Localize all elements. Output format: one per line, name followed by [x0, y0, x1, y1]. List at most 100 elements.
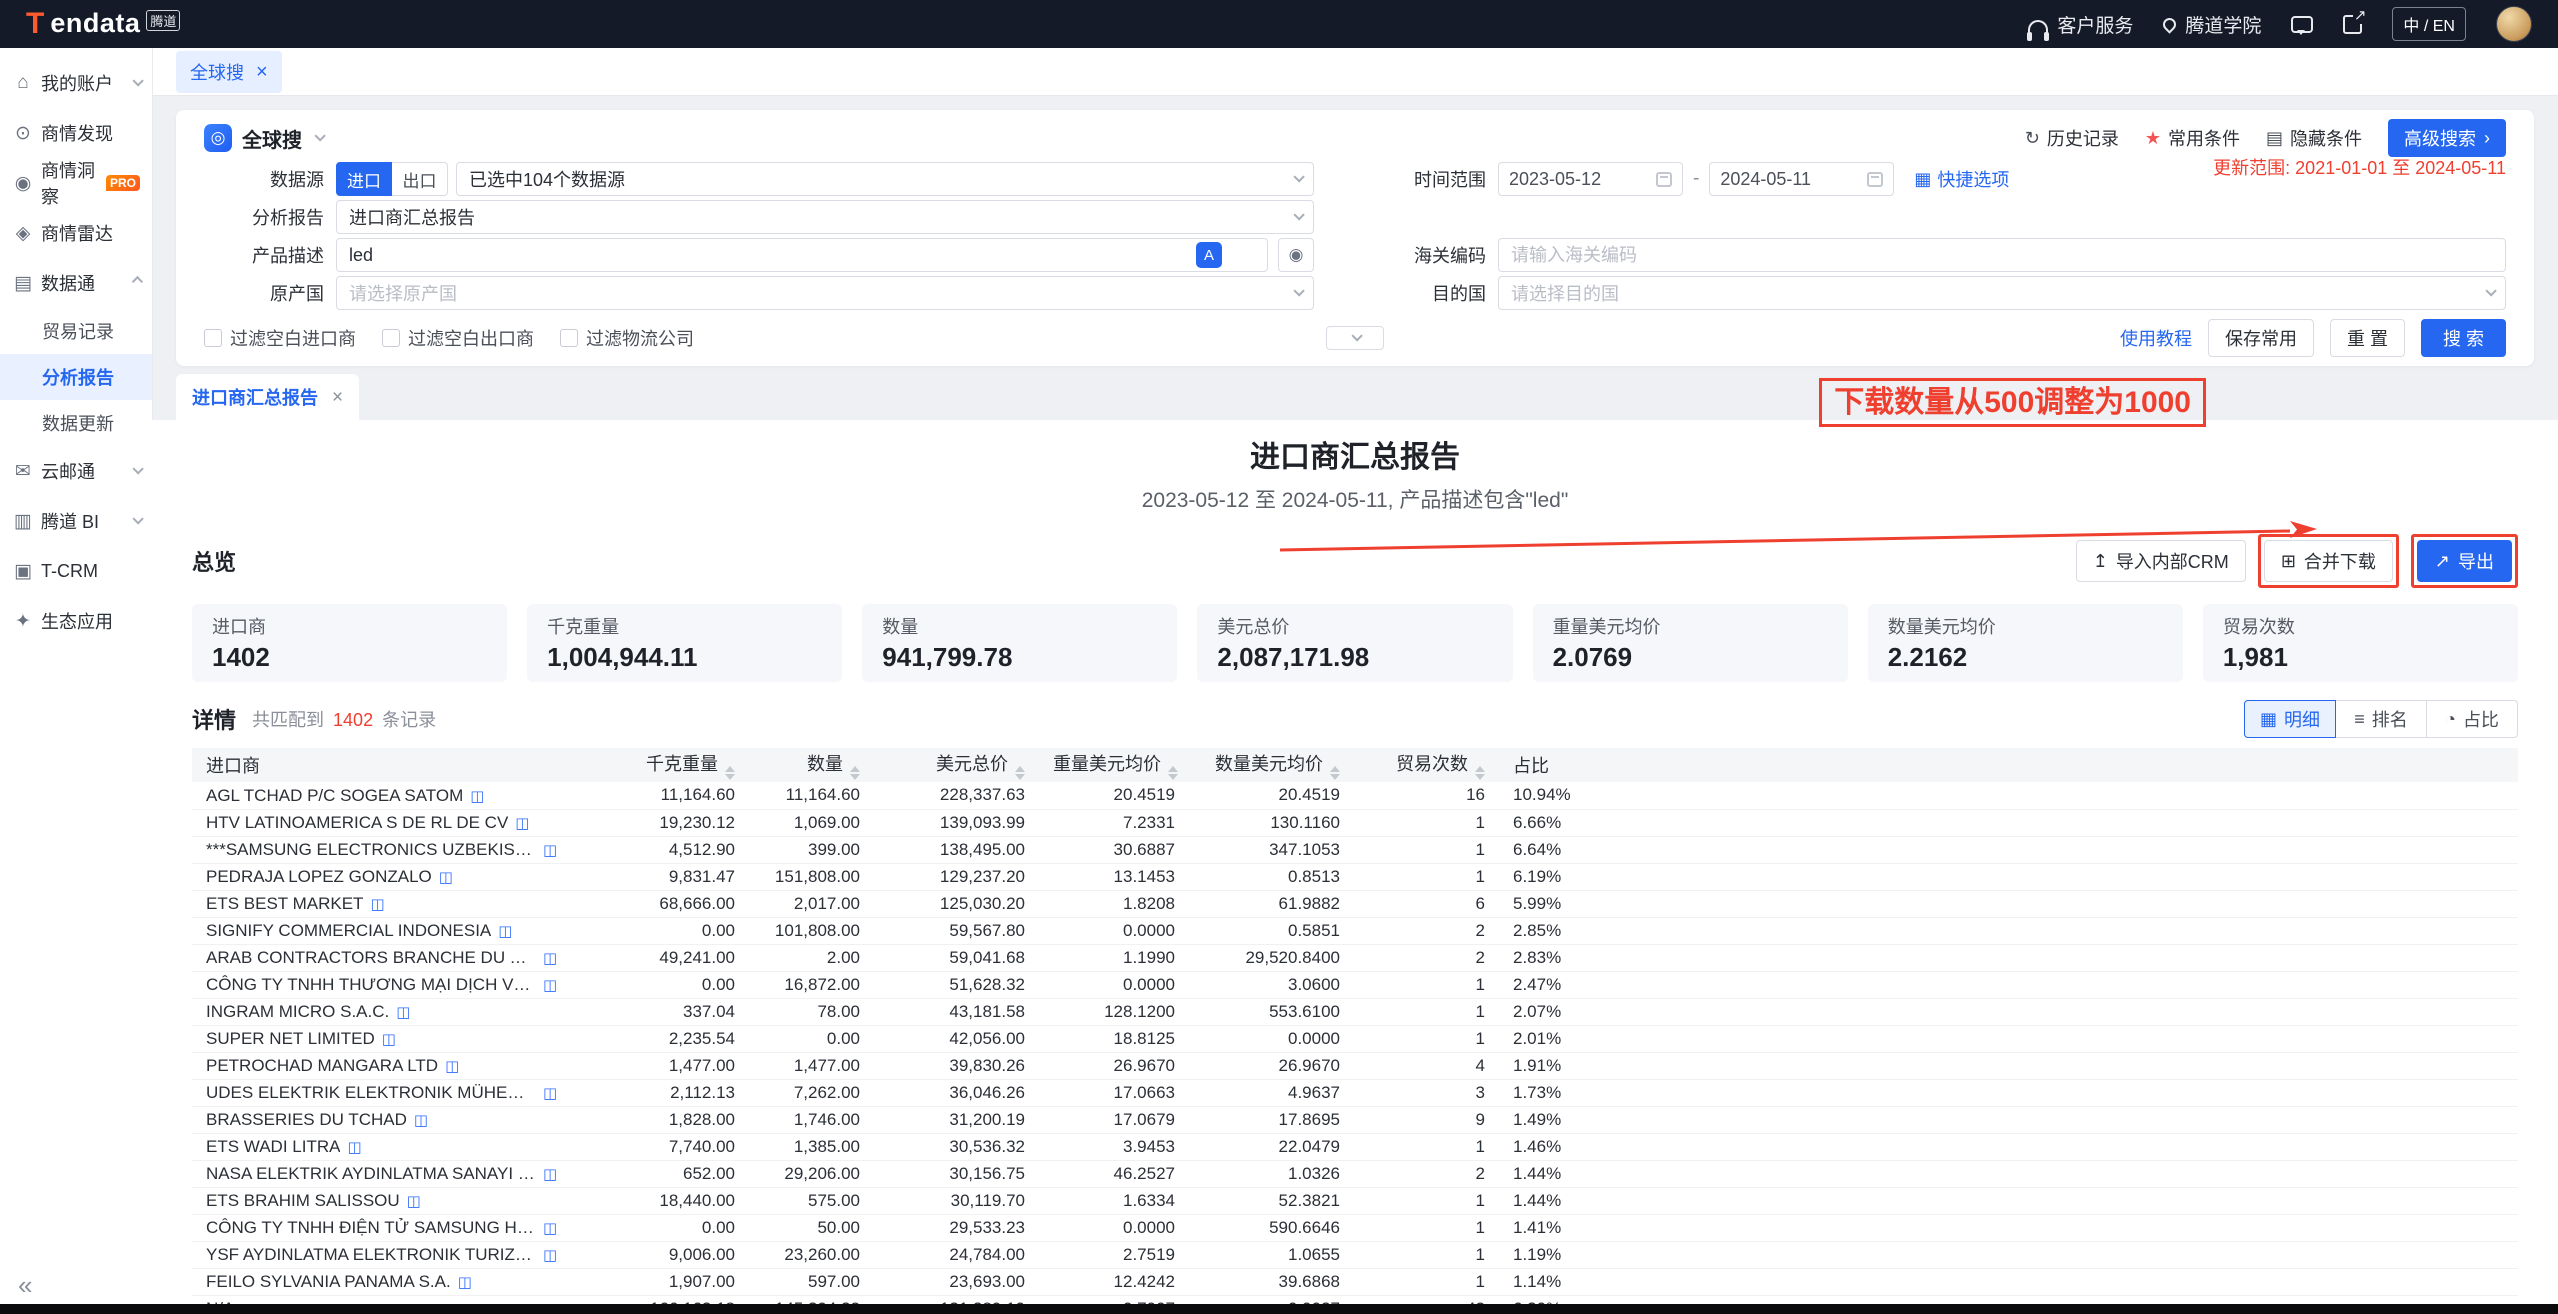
company-detail-icon[interactable]: ◫ [370, 896, 384, 913]
hs-code-input[interactable] [1498, 238, 2506, 272]
checkbox-icon[interactable] [204, 329, 222, 347]
export-button[interactable]: ↗ 导出 [2417, 540, 2512, 582]
importer-name[interactable]: AGL TCHAD P/C SOGEA SATOM [206, 786, 463, 806]
company-detail-icon[interactable]: ◫ [543, 842, 557, 859]
importer-name[interactable]: FEILO SYLVANIA PANAMA S.A. [206, 1272, 451, 1292]
importer-name[interactable]: UDES ELEKTRIK ELEKTRONIK MÜHENDISLIK SAN… [206, 1083, 536, 1103]
product-desc-input[interactable] [336, 238, 1268, 272]
sidebar-item-account[interactable]: ⌂ 我的账户 [0, 58, 152, 108]
sidebar-subitem-trade-records[interactable]: 贸易记录 [0, 308, 152, 354]
table-row[interactable]: UDES ELEKTRIK ELEKTRONIK MÜHENDISLIK SAN… [192, 1079, 2518, 1106]
import-crm-button[interactable]: ↥ 导入内部CRM [2076, 540, 2246, 582]
company-detail-icon[interactable]: ◫ [470, 788, 484, 805]
close-icon[interactable]: × [332, 388, 343, 407]
column-header[interactable]: 千克重量 [584, 748, 749, 782]
close-icon[interactable]: × [256, 62, 268, 82]
importer-name[interactable]: PETROCHAD MANGARA LTD [206, 1056, 438, 1076]
sidebar-item-radar[interactable]: ◈ 商情雷达 [0, 208, 152, 258]
table-row[interactable]: AGL TCHAD P/C SOGEA SATOM◫11,164.6011,16… [192, 782, 2518, 809]
company-detail-icon[interactable]: ◫ [543, 950, 557, 967]
importer-name[interactable]: SIGNIFY COMMERCIAL INDONESIA [206, 921, 491, 941]
company-detail-icon[interactable]: ◫ [543, 1247, 557, 1264]
table-row[interactable]: ***SAMSUNG ELECTRONICS UZBEKISTAN** mas`… [192, 836, 2518, 863]
company-detail-icon[interactable]: ◫ [543, 977, 557, 994]
filter-checkbox[interactable]: 过滤空白出口商 [382, 325, 534, 351]
favorite-conditions-button[interactable]: ★ 常用条件 [2145, 125, 2240, 151]
table-row[interactable]: PEDRAJA LOPEZ GONZALO◫9,831.47151,808.00… [192, 863, 2518, 890]
date-from-input[interactable]: 2023-05-12 [1498, 162, 1683, 196]
checkbox-icon[interactable] [382, 329, 400, 347]
importer-name[interactable]: ARAB CONTRACTORS BRANCHE DU TCHAD [206, 948, 536, 968]
company-detail-icon[interactable]: ◫ [515, 815, 529, 832]
sidebar-item-mail[interactable]: ✉ 云邮通 [0, 446, 152, 496]
importer-name[interactable]: NASA ELEKTRIK AYDINLATMA SANAYI VE TICAR… [206, 1164, 536, 1184]
merge-download-button[interactable]: ⊞ 合并下载 [2264, 540, 2393, 582]
column-header[interactable]: 数量美元均价 [1189, 748, 1354, 782]
importer-name[interactable]: CÔNG TY TNHH ĐIỆN TỬ SAMSUNG HCMC CE COM… [206, 1218, 536, 1238]
company-detail-icon[interactable]: ◫ [543, 1220, 557, 1237]
date-to-input[interactable]: 2024-05-11 [1709, 162, 1894, 196]
sort-icon[interactable] [1475, 766, 1485, 780]
external-link-icon[interactable] [2343, 15, 2362, 34]
view-button-share[interactable]: ◔占比 [2426, 700, 2518, 738]
table-row[interactable]: HTV LATINOAMERICA S DE RL DE CV◫19,230.1… [192, 809, 2518, 836]
company-detail-icon[interactable]: ◫ [439, 869, 453, 886]
checkbox-icon[interactable] [560, 329, 578, 347]
importer-name[interactable]: BRASSERIES DU TCHAD [206, 1110, 407, 1130]
view-button-detail[interactable]: ▦明细 [2244, 700, 2336, 738]
company-detail-icon[interactable]: ◫ [396, 1004, 410, 1021]
company-detail-icon[interactable]: ◫ [407, 1193, 421, 1210]
company-detail-icon[interactable]: ◫ [543, 1085, 557, 1102]
panel-collapse-button[interactable] [1326, 326, 1384, 350]
import-toggle[interactable]: 进口 [336, 162, 392, 196]
importer-name[interactable]: ***SAMSUNG ELECTRONICS UZBEKISTAN** mas`… [206, 840, 536, 860]
sort-icon[interactable] [725, 766, 735, 780]
scope-selector[interactable]: ◎ 全球搜 [204, 124, 322, 153]
sidebar-subitem-data-update[interactable]: 数据更新 [0, 400, 152, 446]
table-row[interactable]: ETS BRAHIM SALISSOU◫18,440.00575.0030,11… [192, 1187, 2518, 1214]
tab-importer-summary-report[interactable]: 进口商汇总报告 × [176, 374, 359, 420]
company-detail-icon[interactable]: ◫ [414, 1112, 428, 1129]
sidebar-item-crm[interactable]: ▣ T-CRM [0, 546, 152, 596]
quick-options-link[interactable]: ▦ 快捷选项 [1914, 166, 2009, 192]
importer-name[interactable]: SUPER NET LIMITED [206, 1029, 375, 1049]
search-button[interactable]: 搜 索 [2421, 319, 2506, 357]
table-row[interactable]: ETS WADI LITRA◫7,740.001,385.0030,536.32… [192, 1133, 2518, 1160]
analysis-report-select[interactable]: 进口商汇总报告 [336, 200, 1314, 234]
sidebar-item-data[interactable]: ▤ 数据通 [0, 258, 152, 308]
hide-conditions-button[interactable]: ▤ 隐藏条件 [2266, 125, 2362, 151]
data-source-select[interactable]: 已选中104个数据源 [456, 162, 1314, 196]
sidebar-item-discovery[interactable]: ⊙ 商情发现 [0, 108, 152, 158]
company-detail-icon[interactable]: ◫ [498, 923, 512, 940]
advanced-search-button[interactable]: 高级搜索 › [2388, 119, 2506, 157]
importer-name[interactable]: INGRAM MICRO S.A.C. [206, 1002, 389, 1022]
sidebar-item-insight[interactable]: ◉ 商情洞察 PRO [0, 158, 152, 208]
academy-link[interactable]: 腾道学院 [2163, 11, 2261, 38]
sidebar-item-eco-apps[interactable]: ✦ 生态应用 [0, 596, 152, 646]
table-row[interactable]: SUPER NET LIMITED◫2,235.540.0042,056.001… [192, 1025, 2518, 1052]
tutorial-link[interactable]: 使用教程 [2120, 325, 2192, 351]
company-detail-icon[interactable]: ◫ [382, 1031, 396, 1048]
save-common-button[interactable]: 保存常用 [2208, 319, 2314, 357]
sort-icon[interactable] [1330, 766, 1340, 780]
sort-icon[interactable] [850, 766, 860, 780]
table-row[interactable]: CÔNG TY TNHH THƯƠNG MẠI DỊCH VỤ ĐIỆN MẠN… [192, 971, 2518, 998]
filter-checkbox[interactable]: 过滤物流公司 [560, 325, 694, 351]
table-row[interactable]: ETS BEST MARKET◫68,666.002,017.00125,030… [192, 890, 2518, 917]
company-detail-icon[interactable]: ◫ [347, 1139, 361, 1156]
tab-global-search[interactable]: 全球搜 × [176, 51, 282, 93]
importer-name[interactable]: CÔNG TY TNHH THƯƠNG MẠI DỊCH VỤ ĐIỆN MẠN… [206, 975, 536, 995]
sort-icon[interactable] [1015, 766, 1025, 780]
column-header[interactable]: 重量美元均价 [1039, 748, 1189, 782]
importer-name[interactable]: HTV LATINOAMERICA S DE RL DE CV [206, 813, 508, 833]
table-row[interactable]: PETROCHAD MANGARA LTD◫1,477.001,477.0039… [192, 1052, 2518, 1079]
export-toggle[interactable]: 出口 [392, 162, 448, 196]
sidebar-collapse-button[interactable]: « [18, 1272, 32, 1298]
column-header[interactable]: 贸易次数 [1354, 748, 1499, 782]
table-row[interactable]: CÔNG TY TNHH ĐIỆN TỬ SAMSUNG HCMC CE COM… [192, 1214, 2518, 1241]
importer-name[interactable]: PEDRAJA LOPEZ GONZALO [206, 867, 432, 887]
sidebar-subitem-analysis-report[interactable]: 分析报告 [0, 354, 152, 400]
language-toggle[interactable]: 中 / EN [2392, 7, 2466, 41]
origin-country-select[interactable]: 请选择原产国 [336, 276, 1314, 310]
table-row[interactable]: SIGNIFY COMMERCIAL INDONESIA◫0.00101,808… [192, 917, 2518, 944]
